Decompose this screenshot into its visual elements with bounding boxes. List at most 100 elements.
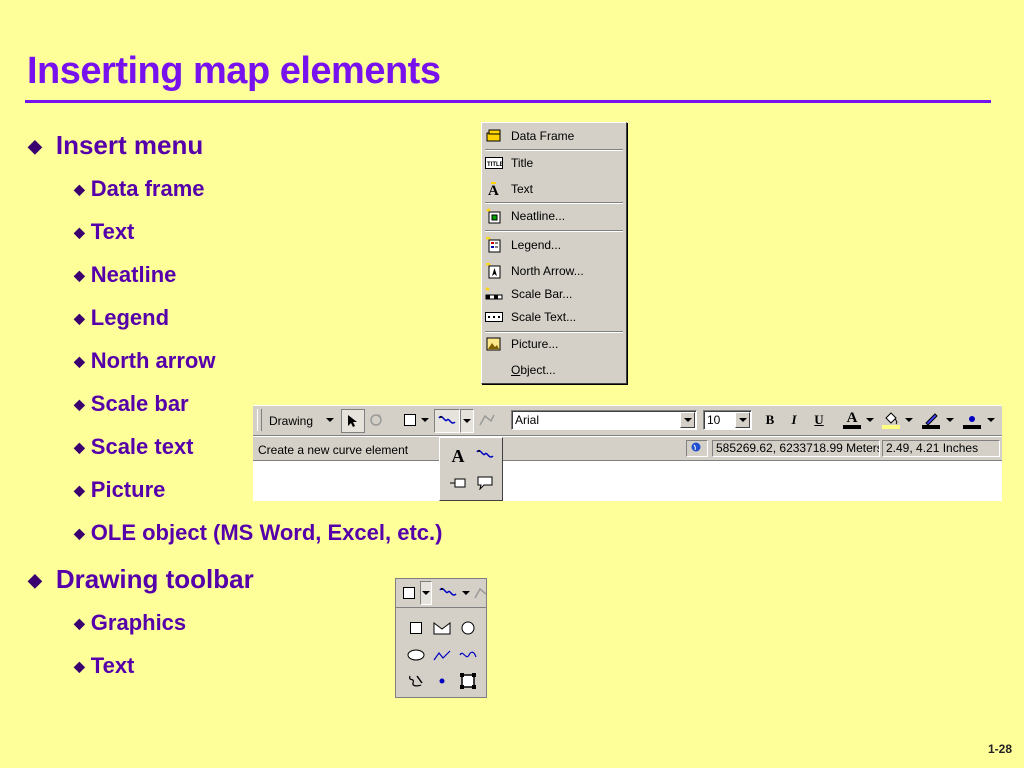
font-size-dropdown[interactable]: [735, 412, 750, 428]
font-color-button[interactable]: A: [841, 409, 863, 431]
rotate-icon: [370, 414, 382, 426]
diamond-bullet-icon: ◆: [74, 181, 85, 197]
sub-bullet-scale-text: ◆ Scale text: [74, 434, 194, 459]
picture-icon: [485, 336, 503, 352]
menu-item-north-arrow[interactable]: North Arrow...: [485, 260, 623, 282]
ellipse-icon: [407, 649, 425, 661]
rectangle-tool-button[interactable]: [397, 581, 421, 605]
chevron-down-icon: [738, 418, 747, 422]
chevron-down-icon: [463, 419, 471, 423]
menu-item-scale-bar[interactable]: Scale Bar...: [485, 283, 623, 305]
curve-tool-button[interactable]: [436, 581, 460, 605]
sub-bullet-data-frame: ◆ Data frame: [74, 176, 205, 201]
marker-color-swatch: [963, 424, 981, 429]
text-tool-palette: A: [439, 437, 503, 501]
marker-color-button[interactable]: [960, 409, 984, 431]
title-icon: TITLE: [485, 155, 503, 171]
rectangle-shape-button[interactable]: [404, 616, 428, 640]
curve-icon: [476, 449, 494, 458]
sub-bullet-ole-object: ◆ OLE object (MS Word, Excel, etc.): [74, 520, 443, 545]
font-color-dropdown[interactable]: [865, 409, 875, 431]
speech-balloon-button[interactable]: [473, 472, 497, 494]
line-color-button[interactable]: [919, 409, 943, 431]
menu-item-title[interactable]: TITLE Title: [485, 152, 623, 174]
menu-item-legend[interactable]: Legend...: [485, 234, 623, 256]
object-icon-blank: [485, 362, 503, 378]
drawing-toolbar: Drawing Arial 10 B I U A: [253, 405, 1002, 436]
toolbar-grip[interactable]: [257, 409, 262, 431]
italic-button[interactable]: I: [784, 409, 804, 431]
text-tool-button[interactable]: A: [446, 445, 470, 467]
ellipse-shape-button[interactable]: [404, 643, 428, 667]
page-number: 1-28: [987, 742, 1012, 756]
select-elements-button[interactable]: [341, 409, 365, 433]
page-coordinates: 2.49, 4.21 Inches: [882, 440, 1000, 457]
callout-text-button[interactable]: [446, 472, 470, 494]
svg-text:TITLE: TITLE: [487, 162, 503, 168]
rectangle-tool-dropdown[interactable]: [420, 581, 432, 605]
drawing-menu-dropdown[interactable]: [323, 409, 337, 431]
menu-item-neatline[interactable]: Neatline...: [485, 205, 623, 227]
bold-button[interactable]: B: [760, 409, 780, 431]
fill-color-dropdown[interactable]: [904, 409, 914, 431]
menu-item-picture[interactable]: Picture...: [485, 333, 623, 355]
rectangle-icon: [404, 414, 416, 426]
diamond-bullet-icon: ◆: [74, 267, 85, 283]
marker-shape-button[interactable]: [430, 669, 454, 693]
menu-item-object[interactable]: Object...: [485, 359, 623, 381]
circle-shape-button[interactable]: [456, 616, 480, 640]
curve-tool-dropdown[interactable]: [460, 581, 472, 605]
diamond-bullet-icon: ◆: [74, 396, 85, 412]
chevron-down-icon: [421, 418, 429, 422]
edit-vertices-button[interactable]: [474, 581, 486, 605]
font-name-select[interactable]: Arial: [511, 410, 697, 430]
chevron-down-icon: [905, 418, 913, 422]
drawing-menu-label[interactable]: Drawing: [269, 414, 313, 428]
diamond-bullet-icon: ◆: [28, 136, 42, 156]
menu-separator: [485, 230, 623, 232]
rectangle-tool-button[interactable]: [401, 409, 419, 431]
sub-bullet-graphics: ◆ Graphics: [74, 610, 187, 635]
edit-vertices-button[interactable]: [477, 409, 497, 431]
polygon-icon: [433, 622, 451, 635]
sub-bullet-north-arrow: ◆ North arrow: [74, 348, 216, 373]
pointer-arrow-icon: [348, 415, 357, 427]
diamond-bullet-icon: ◆: [74, 353, 85, 369]
menu-item-data-frame[interactable]: Data Frame: [485, 125, 623, 147]
rectangle-icon: [410, 622, 422, 634]
text-tool-glyph: A: [451, 445, 465, 466]
font-name-dropdown[interactable]: [680, 412, 695, 428]
curved-text-button[interactable]: [473, 444, 497, 466]
sub-bullet-neatline: ◆ Neatline: [74, 262, 177, 287]
font-color-swatch: [843, 425, 861, 429]
menu-item-text[interactable]: A Text: [485, 178, 623, 200]
paint-bucket-icon: [885, 411, 898, 424]
menu-separator: [485, 149, 623, 151]
bullet-insert-menu: ◆ Insert menu: [28, 130, 204, 160]
line-shape-button[interactable]: [430, 643, 454, 667]
frame-shape-button[interactable]: [456, 669, 480, 693]
chevron-down-icon: [683, 418, 692, 422]
sub-bullet-text: ◆ Text: [74, 219, 135, 244]
scale-bar-icon: [485, 286, 503, 302]
curve-icon: [459, 651, 477, 658]
rotate-button[interactable]: [366, 409, 386, 431]
globe-icon: [691, 442, 701, 452]
underline-button[interactable]: U: [809, 409, 829, 431]
fill-color-button[interactable]: [879, 409, 903, 431]
menu-item-scale-text[interactable]: Scale Text...: [485, 306, 623, 328]
font-size-select[interactable]: 10: [703, 410, 752, 430]
chevron-down-icon: [987, 418, 995, 422]
curve-tool-button[interactable]: [434, 409, 460, 433]
curve-icon: [438, 415, 456, 424]
fill-color-swatch: [882, 424, 900, 429]
rectangle-tool-dropdown[interactable]: [420, 409, 430, 431]
marker-color-dropdown[interactable]: [986, 409, 996, 431]
chevron-down-icon: [422, 591, 430, 595]
line-color-dropdown[interactable]: [945, 409, 955, 431]
curve-tool-dropdown[interactable]: [460, 409, 474, 433]
polygon-shape-button[interactable]: [430, 616, 454, 640]
polyline-icon: [433, 650, 451, 661]
curve-shape-button[interactable]: [456, 643, 480, 667]
freehand-shape-button[interactable]: [404, 669, 428, 693]
